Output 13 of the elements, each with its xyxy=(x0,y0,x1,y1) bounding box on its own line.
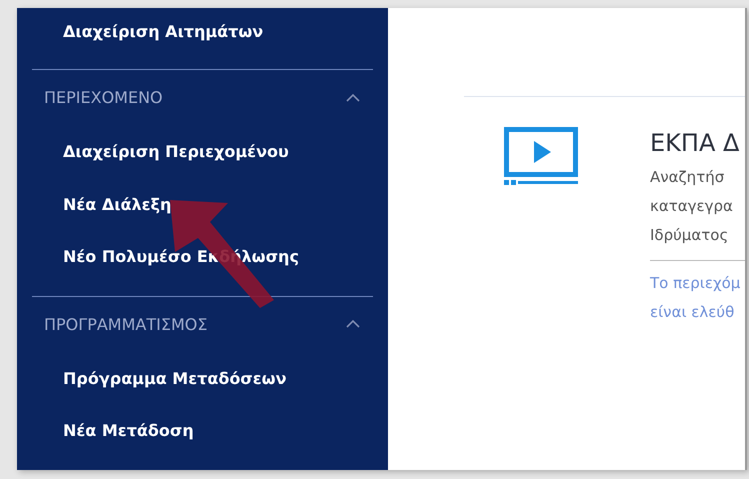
sidebar-item[interactable]: Πρόγραμμα Μεταδόσεων xyxy=(32,364,286,418)
card-title: ΕΚΠΑ Δ xyxy=(650,128,740,159)
chevron-icon[interactable] xyxy=(345,92,361,103)
note-text: Το περιεχόμ είναι ελεύθ xyxy=(650,273,740,323)
chevron-icon[interactable] xyxy=(345,319,361,330)
sidebar-item[interactable]: Νέα Διάλεξη xyxy=(32,190,172,244)
sidebar-item[interactable]: Διαχείριση Αιτημάτων xyxy=(32,18,264,46)
sidebar-item[interactable]: Νέα Μετάδοση xyxy=(32,417,194,470)
video-player-icon xyxy=(504,127,578,187)
description-text: Αναζητήσ καταγεγρα Ιδρύματος xyxy=(650,167,733,246)
section-header[interactable]: ΠΡΟΓΡΑΜΜΑΤΙΣΜΟΣ xyxy=(44,314,208,334)
section-header[interactable]: ΠΕΡΙΕΧΟΜΕΝΟ xyxy=(44,88,163,108)
sidebar-item[interactable]: Διαχείριση Περιεχομένου xyxy=(32,138,289,191)
